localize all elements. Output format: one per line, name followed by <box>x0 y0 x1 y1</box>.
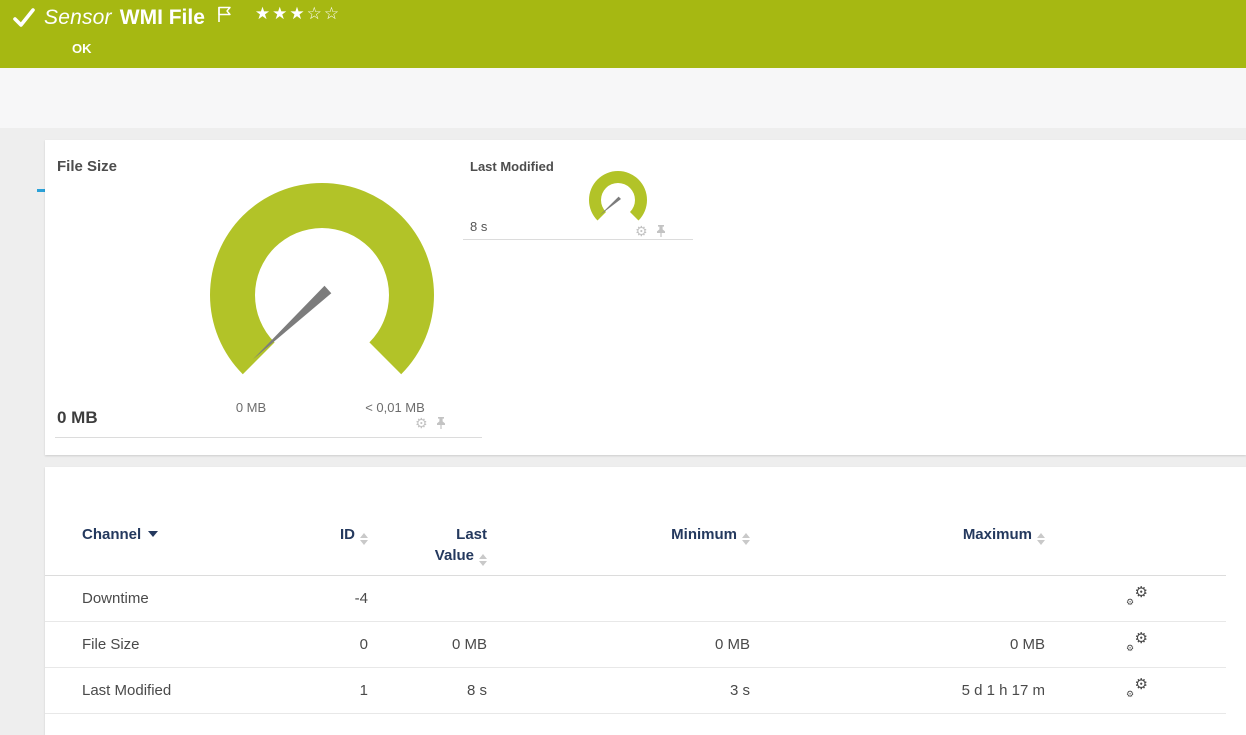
gauges-card: File Size 0 MB < 0,01 MB 0 MB ⚙ Last Mod… <box>45 140 1246 455</box>
channel-id: 1 <box>359 681 368 699</box>
column-header-maximum[interactable]: Maximum <box>755 520 1048 575</box>
file-size-panel-gear-icon[interactable]: ⚙ <box>415 416 428 430</box>
channel-table: Channel ID Last Value Minimum Maximum Dow… <box>45 520 1226 714</box>
sort-toggle-icon[interactable] <box>360 533 368 545</box>
sensor-overview-page: Sensor WMI File ★★★☆☆ OK Overview <box>0 0 1246 735</box>
column-header-channel[interactable]: Channel <box>45 520 275 575</box>
channel-last-value: 8 s <box>466 681 487 699</box>
last-modified-panel-gear-icon[interactable]: ⚙ <box>635 224 648 238</box>
column-header-last-value[interactable]: Last Value <box>370 520 490 575</box>
channel-id: 0 <box>359 635 368 653</box>
channel-last-value <box>370 575 490 621</box>
channel-maximum: 0 MB <box>1009 635 1045 653</box>
sort-toggle-icon[interactable] <box>742 533 750 545</box>
tab-bar: Overview Live Data 2 days 30 days 365 <box>0 68 1246 192</box>
last-modified-gauge-needle <box>599 196 621 216</box>
file-size-gauge-needle <box>252 285 332 360</box>
stars-empty[interactable]: ☆☆ <box>307 4 341 23</box>
column-header-minimum[interactable]: Minimum <box>490 520 755 575</box>
channel-settings-gears-icon[interactable]: ⚙ ⚙ <box>1126 676 1148 699</box>
last-modified-panel-pin-icon[interactable] <box>655 224 667 238</box>
last-modified-current-value: 8 s <box>470 219 488 234</box>
file-size-panel-divider <box>55 437 482 438</box>
channel-settings-gears-icon[interactable]: ⚙ ⚙ <box>1126 584 1148 607</box>
sensor-status-header: Sensor WMI File ★★★☆☆ OK <box>0 0 1246 68</box>
column-header-actions <box>1048 520 1226 575</box>
channel-table-header-row: Channel ID Last Value Minimum Maximum <box>45 520 1226 575</box>
channel-minimum: 3 s <box>729 681 750 699</box>
channel-settings-gears-icon[interactable]: ⚙ ⚙ <box>1126 630 1148 653</box>
sort-toggle-icon[interactable] <box>1037 533 1045 545</box>
file-size-gauge-min-label: 0 MB <box>235 400 267 415</box>
channel-id: -4 <box>354 589 368 607</box>
channels-card: Channel ID Last Value Minimum Maximum Dow… <box>45 467 1246 735</box>
file-size-gauge-title: File Size <box>57 158 118 175</box>
table-row-last-modified[interactable]: Last Modified 1 8 s 3 s 5 d 1 h 17 m ⚙ ⚙ <box>45 667 1226 713</box>
channel-maximum: 5 d 1 h 17 m <box>961 681 1045 699</box>
channel-name: Downtime <box>82 589 149 607</box>
table-row-downtime[interactable]: Downtime -4 ⚙ ⚙ <box>45 575 1226 621</box>
priority-stars[interactable]: ★★★☆☆ <box>255 4 341 24</box>
stars-filled[interactable]: ★★★ <box>255 4 307 23</box>
column-header-id[interactable]: ID <box>275 520 370 575</box>
channel-name: File Size <box>82 635 140 653</box>
channel-minimum: 0 MB <box>714 635 750 653</box>
sensor-kind-label: Sensor <box>44 6 112 29</box>
channel-minimum <box>490 575 755 621</box>
last-modified-gauge-title: Last Modified <box>470 159 554 174</box>
priority-flag-icon[interactable] <box>217 6 233 23</box>
sort-toggle-icon[interactable] <box>479 554 487 566</box>
table-row-file-size[interactable]: File Size 0 0 MB 0 MB 0 MB ⚙ ⚙ <box>45 621 1226 667</box>
file-size-current-value: 0 MB <box>57 408 98 427</box>
channel-name: Last Modified <box>82 681 172 699</box>
sort-desc-caret-icon[interactable] <box>148 531 159 537</box>
last-modified-panel-divider <box>463 239 693 240</box>
file-size-gauge <box>210 183 434 375</box>
file-size-gauge-max-label: < 0,01 MB <box>365 400 425 415</box>
channel-maximum <box>755 575 1048 621</box>
sensor-title: WMI File <box>119 6 205 29</box>
sensor-status-badge: OK <box>72 41 92 56</box>
channel-last-value: 0 MB <box>451 635 487 653</box>
file-size-panel-pin-icon[interactable] <box>435 416 447 430</box>
status-ok-check-icon <box>12 6 36 30</box>
